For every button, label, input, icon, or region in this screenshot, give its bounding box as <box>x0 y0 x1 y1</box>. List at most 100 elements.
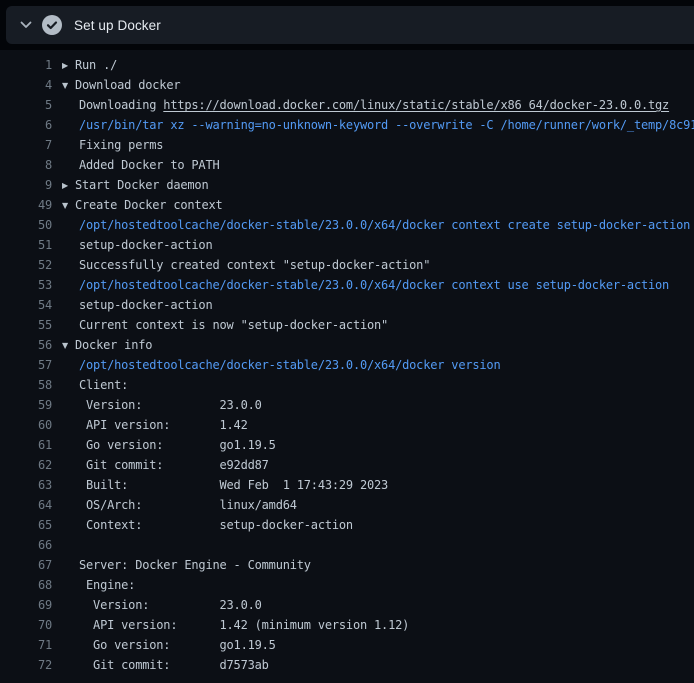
log-line: 49 ▼Create Docker context <box>0 195 694 215</box>
log-text: Git commit: d7573ab <box>62 655 694 675</box>
line-number[interactable]: 1 <box>0 55 52 75</box>
line-number[interactable]: 6 <box>0 115 52 135</box>
log-line: 4 ▼Download docker <box>0 75 694 95</box>
line-number[interactable]: 58 <box>0 375 52 395</box>
log-link[interactable]: https://download.docker.com/linux/static… <box>163 98 669 112</box>
triangle-right-icon: ▶ <box>62 176 75 195</box>
group-toggle[interactable]: ▼Create Docker context <box>62 195 694 215</box>
triangle-down-icon: ▼ <box>62 196 75 215</box>
group-toggle[interactable]: ▼Download docker <box>62 75 694 95</box>
log-line: 56 ▼Docker info <box>0 335 694 355</box>
line-number[interactable]: 71 <box>0 635 52 655</box>
log-line: 71 Go version: go1.19.5 <box>0 635 694 655</box>
log-line: 54 setup-docker-action <box>0 295 694 315</box>
group-title: Docker info <box>75 338 152 352</box>
log-line: 65 Context: setup-docker-action <box>0 515 694 535</box>
log-text: Version: 23.0.0 <box>62 395 694 415</box>
log-line: 64 OS/Arch: linux/amd64 <box>0 495 694 515</box>
log-text: Context: setup-docker-action <box>62 515 694 535</box>
log-line: 51setup-docker-action <box>0 235 694 255</box>
log-line: 1 ▶Run ./ <box>0 55 694 75</box>
line-number[interactable]: 63 <box>0 475 52 495</box>
line-number[interactable]: 56 <box>0 335 52 355</box>
line-number[interactable]: 64 <box>0 495 52 515</box>
log-line: 58 Client: <box>0 375 694 395</box>
line-number[interactable]: 5 <box>0 95 52 115</box>
line-number[interactable]: 66 <box>0 535 52 555</box>
group-toggle[interactable]: ▶Start Docker daemon <box>62 175 694 195</box>
log-line: 63 Built: Wed Feb 1 17:43:29 2023 <box>0 475 694 495</box>
log-line: 50/opt/hostedtoolcache/docker-stable/23.… <box>0 215 694 235</box>
line-number[interactable]: 69 <box>0 595 52 615</box>
log-line: 52 Successfully created context "setup-do… <box>0 255 694 275</box>
log-text: Go version: go1.19.5 <box>62 435 694 455</box>
log-text: Server: Docker Engine - Community <box>62 555 694 575</box>
log-text: Client: <box>62 375 694 395</box>
line-number[interactable]: 4 <box>0 75 52 95</box>
log-command: /opt/hostedtoolcache/docker-stable/23.0.… <box>62 275 694 295</box>
line-number[interactable]: 55 <box>0 315 52 335</box>
line-number[interactable]: 67 <box>0 555 52 575</box>
log-text: Version: 23.0.0 <box>62 595 694 615</box>
line-number[interactable]: 54 <box>0 295 52 315</box>
log-text: Git commit: e92dd87 <box>62 455 694 475</box>
line-number[interactable]: 62 <box>0 455 52 475</box>
line-number[interactable]: 50 <box>0 215 52 235</box>
group-toggle[interactable]: ▼Docker info <box>62 335 694 355</box>
log-line: 67 Server: Docker Engine - Community <box>0 555 694 575</box>
log-line: 66 <box>0 535 694 555</box>
log-line: 60 API version: 1.42 <box>0 415 694 435</box>
log-text: API version: 1.42 (minimum version 1.12) <box>62 615 694 635</box>
group-title: Create Docker context <box>75 198 223 212</box>
line-number[interactable]: 59 <box>0 395 52 415</box>
line-number[interactable]: 68 <box>0 575 52 595</box>
log-text: API version: 1.42 <box>62 415 694 435</box>
log-line: 69 Version: 23.0.0 <box>0 595 694 615</box>
line-number[interactable]: 52 <box>0 255 52 275</box>
line-number[interactable]: 65 <box>0 515 52 535</box>
line-number[interactable]: 70 <box>0 615 52 635</box>
log-text-prefix: Downloading <box>79 98 163 112</box>
group-title: Download docker <box>75 78 180 92</box>
log-viewer: 1▶Run ./4▼Download docker5Downloading ht… <box>0 50 694 683</box>
log-text: Downloading https://download.docker.com/… <box>62 95 694 115</box>
line-number[interactable]: 53 <box>0 275 52 295</box>
log-line: 59 Version: 23.0.0 <box>0 395 694 415</box>
line-number[interactable]: 7 <box>0 135 52 155</box>
line-number[interactable]: 9 <box>0 175 52 195</box>
log-line: 61 Go version: go1.19.5 <box>0 435 694 455</box>
log-line: 7 Fixing perms <box>0 135 694 155</box>
line-number[interactable]: 49 <box>0 195 52 215</box>
log-text: Current context is now "setup-docker-act… <box>62 315 694 335</box>
log-line: 62 Git commit: e92dd87 <box>0 455 694 475</box>
triangle-down-icon: ▼ <box>62 76 75 95</box>
line-number[interactable]: 60 <box>0 415 52 435</box>
chevron-down-icon <box>20 18 32 33</box>
log-line: 6/usr/bin/tar xz --warning=no-unknown-ke… <box>0 115 694 135</box>
line-number[interactable]: 8 <box>0 155 52 175</box>
line-number[interactable]: 72 <box>0 655 52 675</box>
check-circle-icon <box>42 15 62 35</box>
log-text: Added Docker to PATH <box>62 155 694 175</box>
group-toggle[interactable]: ▶Run ./ <box>62 55 694 75</box>
step-header[interactable]: Set up Docker <box>6 6 694 44</box>
log-command: /opt/hostedtoolcache/docker-stable/23.0.… <box>62 355 694 375</box>
log-line: 55 Current context is now "setup-docker-a… <box>0 315 694 335</box>
log-text: OS/Arch: linux/amd64 <box>62 495 694 515</box>
line-number[interactable]: 57 <box>0 355 52 375</box>
collapse-step-button[interactable] <box>18 17 34 33</box>
line-number[interactable]: 61 <box>0 435 52 455</box>
log-line: 8 Added Docker to PATH <box>0 155 694 175</box>
log-line: 68 Engine: <box>0 575 694 595</box>
log-text: setup-docker-action <box>62 295 694 315</box>
log-text: Successfully created context "setup-dock… <box>62 255 694 275</box>
step-title: Set up Docker <box>74 18 161 33</box>
group-title: Start Docker daemon <box>75 178 208 192</box>
log-line: 5 Downloading https://download.docker.com… <box>0 95 694 115</box>
log-text: Engine: <box>62 575 694 595</box>
log-text: Fixing perms <box>62 135 694 155</box>
log-line: 9 ▶Start Docker daemon <box>0 175 694 195</box>
log-command: /opt/hostedtoolcache/docker-stable/23.0.… <box>62 215 694 235</box>
line-number[interactable]: 51 <box>0 235 52 255</box>
log-line: 57/opt/hostedtoolcache/docker-stable/23.… <box>0 355 694 375</box>
